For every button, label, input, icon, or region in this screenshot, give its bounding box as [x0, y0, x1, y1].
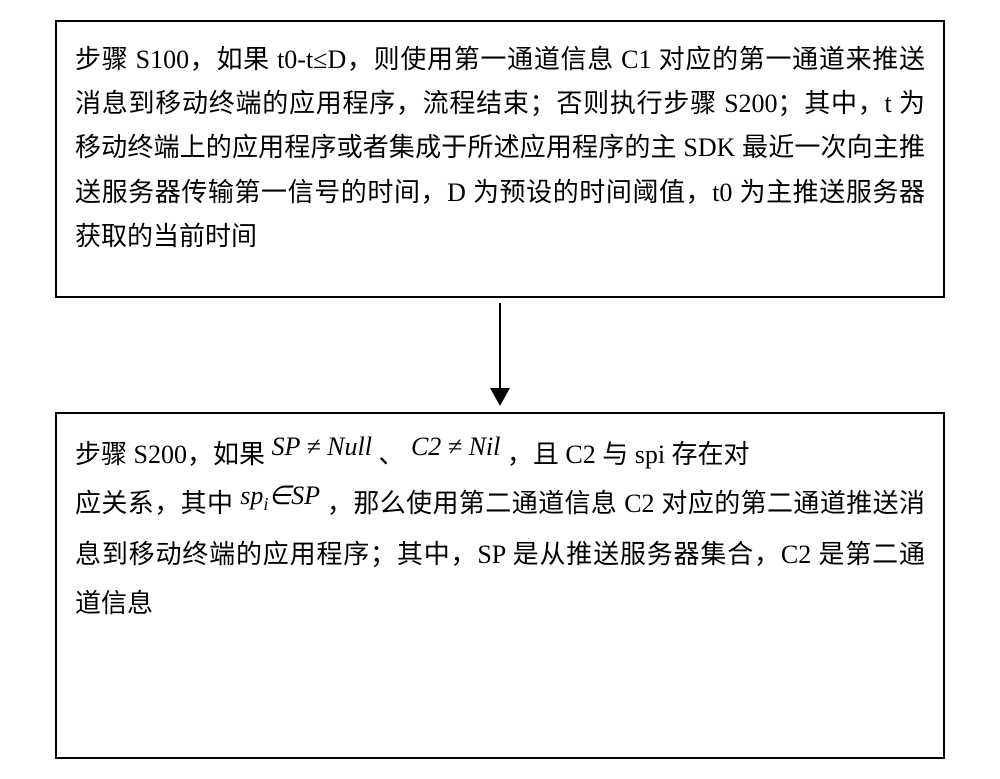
math-in-sp: ∈SP: [268, 481, 320, 510]
step-s200-seg2: 、: [378, 440, 404, 469]
math-sp-not-null: SP ≠ Null: [271, 432, 371, 461]
arrow-line: [499, 303, 501, 388]
step-s100-box: 步骤 S100，如果 t0-t≤D，则使用第一通道信息 C1 对应的第一通道来推…: [55, 20, 945, 298]
flow-arrow: [490, 298, 510, 412]
math-sp: sp: [240, 481, 263, 510]
step-s200-box: 步骤 S200，如果 SP ≠ Null 、 C2 ≠ Nil ，且 C2 与 …: [55, 412, 945, 759]
math-c2-not-nil: C2 ≠ Nil: [411, 432, 500, 461]
step-s200-seg1: 步骤 S200，如果: [75, 440, 265, 469]
math-spi-in-sp: spi∈SP: [240, 481, 320, 510]
arrow-head-icon: [490, 388, 510, 406]
step-s100-text: 步骤 S100，如果 t0-t≤D，则使用第一通道信息 C1 对应的第一通道来推…: [75, 45, 925, 251]
step-s200-seg4: 应关系，其中: [75, 489, 233, 518]
step-s200-seg3: ，且 C2 与 spi 存在对: [507, 440, 750, 469]
